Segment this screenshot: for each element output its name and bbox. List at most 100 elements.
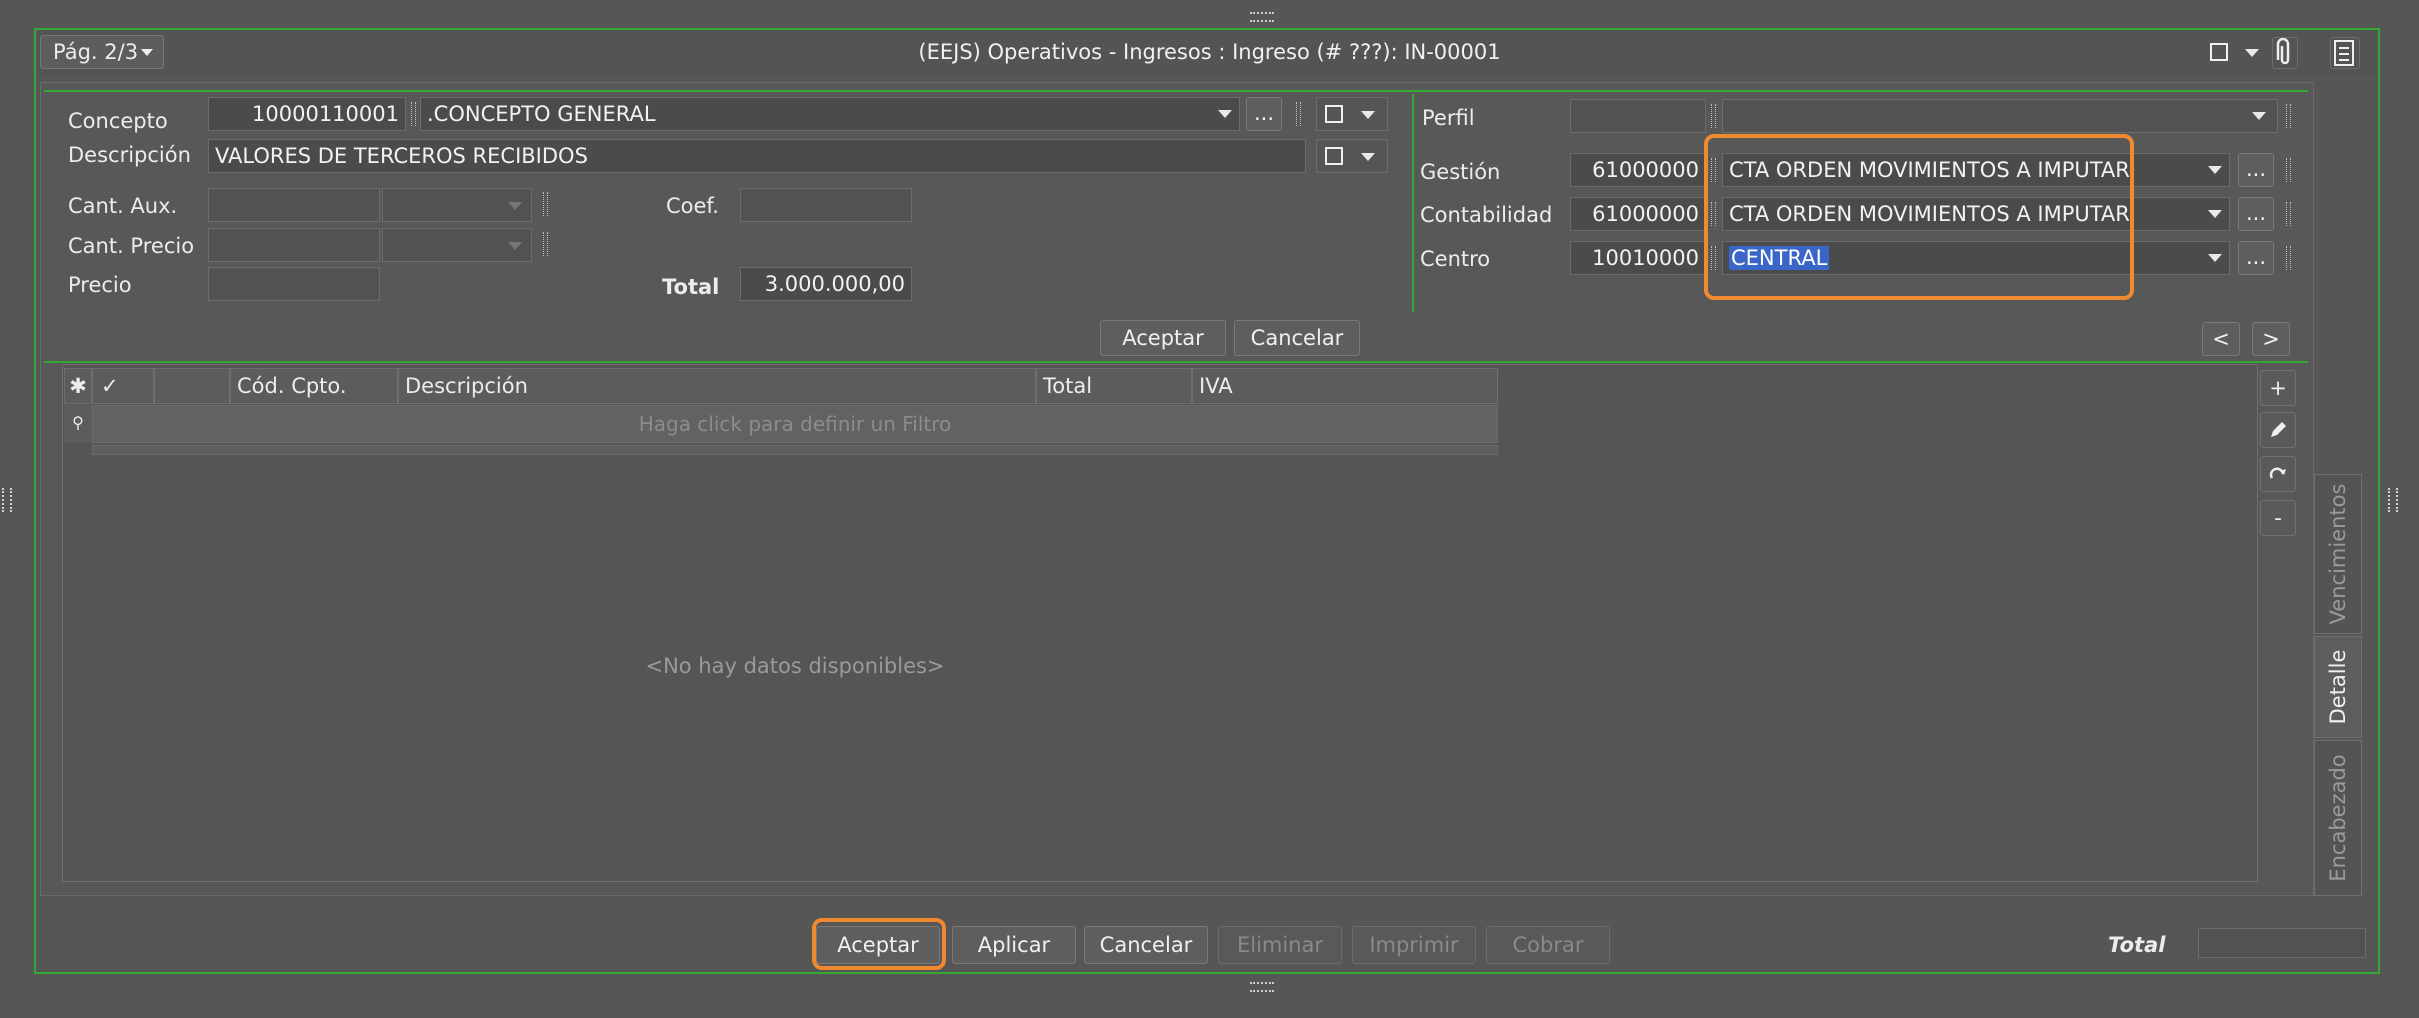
centro-code-field[interactable]: 10010000	[1570, 241, 1706, 275]
gestion-lookup-button[interactable]: ...	[2238, 153, 2274, 187]
cant-precio-field[interactable]	[208, 228, 380, 262]
footer-print-button[interactable]: Imprimir	[1352, 926, 1476, 964]
chevron-down-icon[interactable]	[2208, 166, 2222, 174]
window-title: (EEJS) Operativos - Ingresos : Ingreso (…	[918, 40, 1501, 64]
chevron-down-icon[interactable]	[2245, 49, 2259, 57]
field-separator	[1711, 104, 1716, 128]
form-column-divider	[1412, 94, 1414, 312]
edit-row-button[interactable]	[2260, 412, 2296, 448]
grid-col-iva[interactable]: IVA	[1192, 368, 1498, 404]
field-separator	[1296, 102, 1301, 126]
form-accept-button[interactable]: Aceptar	[1100, 320, 1226, 356]
filter-pin-icon[interactable]: ⚲	[64, 405, 92, 443]
chevron-down-icon[interactable]	[2208, 254, 2222, 262]
precio-field[interactable]	[208, 267, 380, 301]
cant-precio-label: Cant. Precio	[68, 234, 195, 258]
highlight-annotation	[812, 918, 946, 970]
highlight-annotation	[1704, 134, 2134, 300]
footer-apply-button[interactable]: Aplicar	[952, 926, 1076, 964]
centro-label: Centro	[1420, 247, 1491, 271]
bottom-resize-grip[interactable]	[1250, 982, 1274, 992]
definitions-button[interactable]	[2330, 37, 2360, 69]
footer-total-field	[2198, 928, 2366, 958]
chevron-down-icon[interactable]	[1218, 110, 1232, 118]
paperclip-icon	[2276, 37, 2290, 65]
gestion-label: Gestión	[1420, 160, 1501, 184]
form-bottom-separator	[44, 361, 2308, 363]
concepto-code-field[interactable]: 10000110001	[208, 97, 406, 131]
descripcion-label: Descripción	[68, 143, 191, 167]
next-record-button[interactable]: >	[2252, 322, 2290, 356]
checkbox-icon	[1325, 147, 1343, 165]
gestion-code-field[interactable]: 61000000	[1570, 153, 1706, 187]
chevron-down-icon	[1361, 111, 1375, 119]
tab-vencimientos[interactable]: Vencimientos	[2314, 474, 2362, 634]
tab-vencimientos-label: Vencimientos	[2326, 483, 2350, 625]
field-separator	[2286, 202, 2291, 226]
redo-icon	[2269, 467, 2286, 479]
coef-label: Coef.	[666, 194, 719, 218]
grid-footer-strip	[92, 445, 1498, 455]
grid-empty-text: <No hay datos disponibles>	[645, 654, 945, 678]
left-resize-grip[interactable]	[2, 488, 12, 512]
total-label: Total	[662, 275, 720, 299]
field-separator	[543, 232, 548, 256]
concepto-lookup-button[interactable]: ...	[1246, 97, 1282, 131]
grid-col-cod-cpto[interactable]: Cód. Cpto.	[230, 368, 398, 404]
total-field[interactable]: 3.000.000,00	[740, 267, 912, 301]
field-separator	[2286, 158, 2291, 182]
form-cancel-button[interactable]: Cancelar	[1234, 320, 1360, 356]
chevron-down-icon	[1361, 153, 1375, 161]
pencil-icon	[2271, 422, 2286, 437]
contabilidad-code-field[interactable]: 61000000	[1570, 197, 1706, 231]
perfil-select[interactable]	[1722, 99, 2278, 133]
footer-delete-button[interactable]: Eliminar	[1218, 926, 1342, 964]
attachment-button[interactable]	[2272, 37, 2298, 69]
tab-encabezado[interactable]: Encabezado	[2314, 740, 2362, 896]
checkmark-icon[interactable]: ✓	[92, 368, 154, 404]
remove-row-button[interactable]: -	[2260, 500, 2296, 536]
concepto-name-field[interactable]: .CONCEPTO GENERAL	[420, 97, 1240, 131]
footer-collect-button[interactable]: Cobrar	[1486, 926, 1610, 964]
field-separator	[543, 192, 548, 216]
coef-field[interactable]	[740, 188, 912, 222]
asterisk-icon[interactable]: ✱	[64, 368, 92, 404]
field-separator	[2286, 246, 2291, 270]
perfil-code-field[interactable]	[1570, 99, 1706, 133]
contabilidad-lookup-button[interactable]: ...	[2238, 197, 2274, 231]
chevron-down-icon[interactable]	[2208, 210, 2222, 218]
descripcion-options-dropdown[interactable]	[1316, 139, 1388, 173]
tab-encabezado-label: Encabezado	[2326, 754, 2350, 882]
footer-cancel-button[interactable]: Cancelar	[1084, 926, 1208, 964]
field-separator	[2286, 104, 2291, 128]
window-checkbox[interactable]	[2210, 43, 2228, 61]
add-row-button[interactable]: +	[2260, 370, 2296, 406]
chevron-down-icon[interactable]	[2252, 112, 2266, 120]
chevron-down-icon[interactable]	[508, 202, 522, 210]
cant-aux-field[interactable]	[208, 188, 380, 222]
concepto-options-dropdown[interactable]	[1316, 97, 1388, 131]
cant-aux-label: Cant. Aux.	[68, 194, 178, 218]
precio-label: Precio	[68, 273, 132, 297]
right-resize-grip[interactable]	[2388, 488, 2398, 512]
grid-col-blank[interactable]	[154, 368, 230, 404]
redo-button[interactable]	[2260, 456, 2296, 492]
grid-filter-row[interactable]: Haga click para definir un Filtro	[92, 405, 1498, 443]
contabilidad-label: Contabilidad	[1420, 203, 1553, 227]
top-resize-grip[interactable]	[1250, 12, 1274, 22]
chevron-down-icon[interactable]	[508, 242, 522, 250]
perfil-label: Perfil	[1422, 106, 1475, 130]
centro-lookup-button[interactable]: ...	[2238, 241, 2274, 275]
form-top-separator	[44, 90, 2308, 92]
tab-detalle-label: Detalle	[2326, 649, 2350, 725]
checkbox-icon	[1325, 105, 1343, 123]
concepto-label: Concepto	[68, 109, 168, 133]
grid-col-descripcion[interactable]: Descripción	[398, 368, 1036, 404]
grid-col-total[interactable]: Total	[1036, 368, 1192, 404]
footer-total-label: Total	[2108, 933, 2166, 957]
prev-record-button[interactable]: <	[2202, 322, 2240, 356]
document-def-icon	[2334, 40, 2354, 66]
tab-detalle[interactable]: Detalle	[2314, 636, 2362, 738]
descripcion-field[interactable]: VALORES DE TERCEROS RECIBIDOS	[208, 139, 1306, 173]
field-separator	[411, 102, 416, 126]
